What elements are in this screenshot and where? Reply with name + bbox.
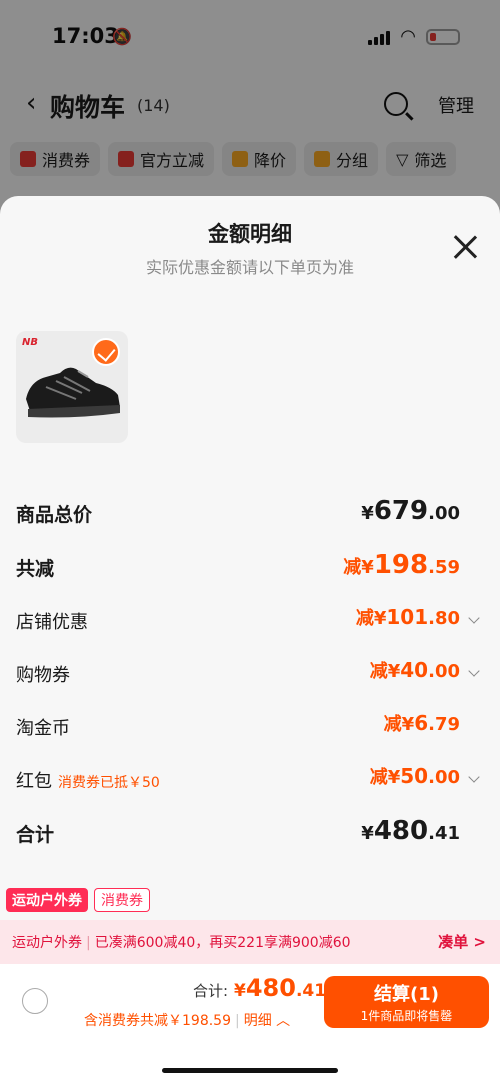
promo-bar[interactable]: 运动户外券 | 已凑满600减40，再买221享满900减60 凑单 > — [0, 920, 500, 964]
red-packet-tag: 消费券已抵￥50 — [58, 775, 160, 791]
selected-check-icon[interactable] — [92, 338, 120, 366]
promo-text: 运动户外券 | 已凑满600减40，再买221享满900减60 — [12, 935, 351, 951]
row-taojinbi: 淘金币 减¥6.79 — [16, 708, 484, 748]
row-label: 共减 — [16, 558, 55, 580]
total-label: 合计: — [193, 982, 229, 1000]
row-goods-total: 商品总价 ¥679.00 — [16, 494, 484, 534]
chevron-down-icon[interactable] — [468, 771, 480, 783]
row-label: 红包 消费券已抵￥50 — [16, 771, 160, 792]
chevron-down-icon[interactable] — [468, 665, 480, 677]
promo-tags: 运动户外券 消费券 — [6, 888, 150, 912]
row-value: 减¥198.59 — [343, 550, 460, 580]
row-value: 减¥101.80 — [355, 605, 460, 629]
chevron-up-icon[interactable]: ︿ — [276, 1013, 290, 1029]
row-value: 减¥40.00 — [369, 658, 460, 682]
row-red-packet[interactable]: 红包 消费券已抵￥50 减¥50.00 — [16, 761, 484, 801]
row-label: 购物券 — [16, 665, 70, 686]
checkout-bar: 合计: ¥480.41 含消费券共减￥198.59 | 明细 ︿ 结算(1) 1件商… — [0, 964, 500, 1083]
row-label: 淘金币 — [16, 718, 70, 739]
row-value: ¥679.00 — [361, 496, 460, 526]
detail-toggle[interactable]: 明细 — [244, 1013, 272, 1029]
chevron-down-icon[interactable] — [468, 612, 480, 624]
sports-coupon-tag: 运动户外券 — [6, 888, 88, 912]
checkout-button[interactable]: 结算(1) 1件商品即将售罄 — [324, 976, 489, 1028]
add-items-link[interactable]: 凑单 > — [438, 931, 486, 952]
consumer-coupon-tag: 消费券 — [94, 888, 150, 912]
row-shopping-coupon[interactable]: 购物券 减¥40.00 — [16, 655, 484, 695]
select-all-radio[interactable] — [22, 988, 48, 1014]
discount-summary: 含消费券共减￥198.59 | 明细 ︿ — [84, 1013, 291, 1029]
row-label: 商品总价 — [16, 504, 93, 526]
row-subtotal: 合计 ¥480.41 — [16, 814, 484, 854]
row-value: 减¥50.00 — [369, 764, 460, 788]
amount-detail-sheet: 金额明细 实际优惠金额请以下单页为准 NB 商品总价 ¥679.00 共减 减¥… — [0, 196, 500, 1083]
brand-logo: NB — [22, 337, 38, 348]
row-shop-discount[interactable]: 店铺优惠 减¥101.80 — [16, 602, 484, 642]
row-total-reduce: 共减 减¥198.59 — [16, 548, 484, 588]
total-value: ¥480.41 — [234, 974, 327, 1002]
checkout-sublabel: 1件商品即将售罄 — [360, 1009, 453, 1023]
home-indicator — [162, 1068, 338, 1073]
row-value: ¥480.41 — [361, 816, 460, 846]
row-value: 减¥6.79 — [383, 711, 460, 735]
row-label: 合计 — [16, 824, 55, 846]
sheet-title: 金额明细 — [208, 222, 292, 246]
row-label: 店铺优惠 — [16, 612, 88, 633]
sheet-subtitle: 实际优惠金额请以下单页为准 — [145, 258, 354, 277]
close-icon[interactable] — [452, 234, 478, 260]
checkout-label: 结算(1) — [374, 984, 439, 1005]
